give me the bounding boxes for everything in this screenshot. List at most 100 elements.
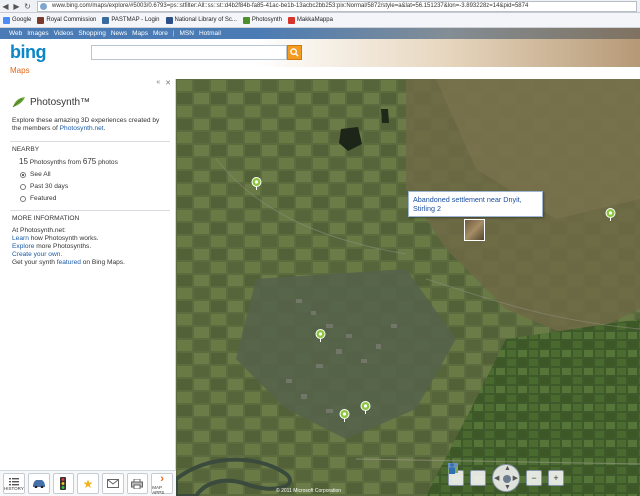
map-copyright: © 2011 Microsoft Corporation: [276, 488, 342, 494]
map-app-toolbar: HISTORY ★ › MAP APPS: [0, 470, 176, 496]
photosynth-pin-icon[interactable]: [315, 329, 326, 342]
description-period: .: [103, 125, 106, 132]
nav-shopping[interactable]: Shopping: [78, 30, 105, 37]
photosynth-panel: « ✕ Photosynth™ Explore these amazing 3D…: [0, 79, 176, 496]
bing-top-nav: Web Images Videos Shopping News Maps Mor…: [0, 28, 640, 39]
nav-more[interactable]: More: [153, 30, 168, 37]
bookmark-icon: [287, 16, 295, 24]
url-field[interactable]: www.bing.com/maps/explore/#5003/0.6793=p…: [37, 0, 637, 12]
radio-icon[interactable]: [20, 195, 26, 202]
nearby-tail-text: photos: [96, 159, 118, 166]
bookmark-photosynth[interactable]: Photosynth: [242, 16, 282, 24]
bookmark-icon: [102, 16, 110, 24]
compass-center[interactable]: [503, 475, 511, 483]
history-label: HISTORY: [4, 485, 24, 491]
car-icon: [32, 480, 45, 488]
nav-msn[interactable]: MSN: [180, 30, 194, 37]
bookmark-pastmap[interactable]: PASTMAP - Login: [102, 16, 160, 24]
map-apps-button[interactable]: › MAP APPS: [151, 472, 173, 495]
streetside-button[interactable]: [449, 463, 486, 486]
photosynth-pin-icon[interactable]: [251, 177, 262, 190]
bing-header: bing Maps: [0, 28, 640, 79]
photosynth-pin-icon[interactable]: [605, 208, 616, 221]
bookmark-google[interactable]: Google: [3, 16, 31, 24]
popup-title-link[interactable]: Abandoned settlement near Dnyit, Stirlin…: [413, 195, 522, 213]
reload-icon[interactable]: ↻: [22, 1, 33, 12]
compass-control[interactable]: ▲ ▼ ◀ ▶: [492, 464, 520, 492]
zoom-in-button[interactable]: +: [548, 470, 564, 486]
person-icon: [449, 463, 455, 474]
divider: [10, 141, 170, 142]
close-icon[interactable]: ✕: [165, 79, 171, 88]
nav-web[interactable]: Web: [9, 30, 22, 37]
filter-see-all[interactable]: See All: [20, 171, 51, 178]
pan-down-icon[interactable]: ▼: [504, 484, 511, 491]
filter-featured[interactable]: Featured: [20, 195, 56, 202]
browser-address-row: ◀ ▶ ↻ www.bing.com/maps/explore/#5003/0.…: [0, 0, 640, 13]
photosynth-popup[interactable]: Abandoned settlement near Dnyit, Stirlin…: [408, 191, 543, 217]
nav-maps[interactable]: Maps: [132, 30, 148, 37]
nav-hotmail[interactable]: Hotmail: [199, 30, 221, 37]
bookmark-national-library[interactable]: National Library of Sc...: [165, 16, 237, 24]
learn-rest: how Photosynth works.: [28, 235, 99, 242]
globe-icon: [40, 2, 47, 10]
explore-rest: more Photosynths.: [34, 243, 92, 250]
more-featured-line: Get your synth featured on Bing Maps.: [12, 259, 125, 267]
photosynth-pin-icon[interactable]: [339, 409, 350, 422]
pan-right-icon[interactable]: ▶: [513, 474, 518, 482]
nav-images[interactable]: Images: [27, 30, 48, 37]
history-icon: [8, 477, 19, 485]
bookmark-royal-commission[interactable]: Royal Commission: [37, 16, 96, 24]
zoom-out-button[interactable]: −: [526, 470, 542, 486]
featured-link[interactable]: featured: [57, 259, 81, 266]
search-input[interactable]: [91, 45, 287, 60]
share-button[interactable]: [101, 473, 124, 494]
collapse-icon[interactable]: «: [156, 79, 160, 88]
print-button[interactable]: [126, 473, 149, 494]
photosynth-pin-icon[interactable]: [360, 401, 371, 414]
search-icon: [290, 48, 299, 57]
nearby-mid-text: Photosynths from: [27, 159, 83, 166]
learn-link[interactable]: Learn: [12, 235, 29, 242]
pan-left-icon[interactable]: ◀: [494, 474, 499, 482]
aerial-imagery: [176, 79, 640, 496]
bookmark-icon: [165, 16, 173, 24]
chevron-right-icon: ›: [160, 472, 164, 485]
star-icon: ★: [82, 476, 94, 491]
bookmark-makkamappa[interactable]: MakkaMappa: [287, 16, 333, 24]
more-explore-line: Explore more Photosynths.: [12, 243, 125, 251]
photosynth-thumbnail[interactable]: [464, 219, 485, 241]
traffic-car-button[interactable]: [27, 473, 50, 494]
create-link[interactable]: Create your own.: [12, 251, 62, 258]
back-icon[interactable]: ◀: [0, 1, 11, 12]
synth-count: 15: [19, 157, 28, 166]
nav-videos[interactable]: Videos: [54, 30, 74, 37]
bing-logo[interactable]: bing: [10, 42, 47, 63]
bookmark-icon: [37, 16, 45, 24]
favorites-button[interactable]: ★: [77, 473, 99, 494]
maps-section-title[interactable]: Maps: [10, 66, 30, 75]
forward-icon[interactable]: ▶: [11, 1, 22, 12]
featured-post: on Bing Maps.: [80, 259, 125, 266]
history-button[interactable]: HISTORY: [3, 473, 25, 494]
url-text: www.bing.com/maps/explore/#5003/0.6793=p…: [52, 2, 529, 9]
pan-up-icon[interactable]: ▲: [504, 465, 511, 472]
envelope-icon: [106, 479, 119, 488]
plus-icon: +: [553, 473, 559, 483]
explore-link[interactable]: Explore: [12, 243, 34, 250]
panel-description: Explore these amazing 3D experiences cre…: [12, 117, 168, 133]
more-info-heading: MORE INFORMATION: [12, 215, 80, 222]
panel-title: Photosynth™: [12, 96, 90, 108]
minus-icon: −: [531, 473, 537, 483]
nav-news[interactable]: News: [111, 30, 127, 37]
traffic-light-icon: [60, 477, 67, 490]
nearby-count: 15 Photosynths from 675 photos: [19, 157, 118, 166]
search-button[interactable]: [287, 45, 302, 60]
featured-pre: Get your synth: [12, 259, 57, 266]
radio-selected-icon[interactable]: [20, 171, 26, 178]
aerial-map[interactable]: Abandoned settlement near Dnyit, Stirlin…: [176, 79, 640, 496]
filter-past-30-days[interactable]: Past 30 days: [20, 183, 68, 190]
photosynth-net-link[interactable]: Photosynth.net: [60, 125, 104, 132]
radio-icon[interactable]: [20, 183, 26, 190]
traffic-light-button[interactable]: [52, 473, 75, 494]
